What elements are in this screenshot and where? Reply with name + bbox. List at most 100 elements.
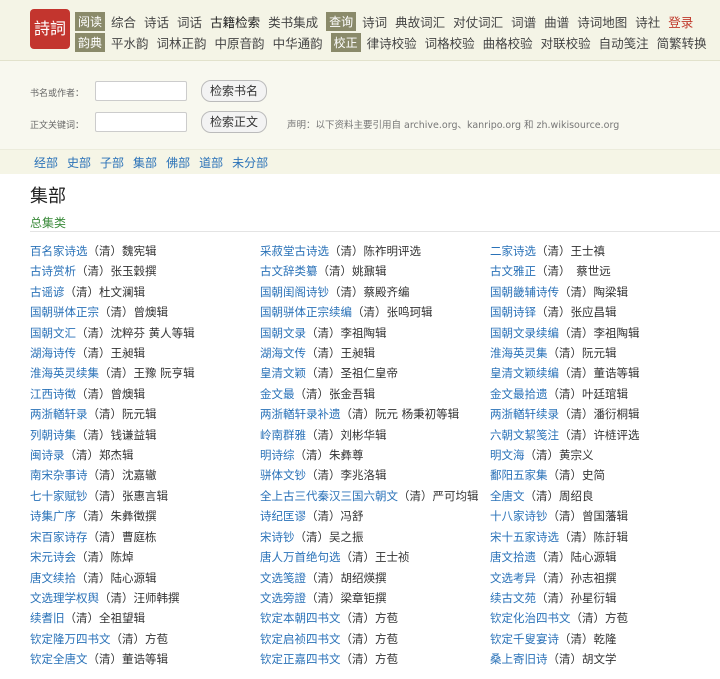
nav-link[interactable]: 诗社 bbox=[635, 12, 660, 31]
nav-link[interactable]: 律诗校验 bbox=[367, 33, 417, 52]
book-title-link[interactable]: 皇清文颖续编 bbox=[490, 366, 559, 380]
book-title-link[interactable]: 文选旁證 bbox=[260, 591, 306, 605]
category-tab[interactable]: 经部 bbox=[34, 154, 58, 171]
nav-link[interactable]: 类书集成 bbox=[268, 12, 318, 31]
book-title-link[interactable]: 二家诗选 bbox=[490, 244, 536, 258]
nav-link[interactable]: 诗话 bbox=[144, 12, 169, 31]
category-tab[interactable]: 道部 bbox=[199, 154, 223, 171]
category-tab[interactable]: 子部 bbox=[100, 154, 124, 171]
book-title-link[interactable]: 骈体文钞 bbox=[260, 468, 306, 482]
book-title-link[interactable]: 诗集广序 bbox=[30, 509, 76, 523]
book-title-link[interactable]: 钦定启祯四书文 bbox=[260, 632, 341, 646]
nav-link[interactable]: 典故词汇 bbox=[395, 12, 445, 31]
book-title-link[interactable]: 两浙輶轩续录 bbox=[490, 407, 559, 421]
book-title-link[interactable]: 宋诗钞 bbox=[260, 530, 295, 544]
nav-section-tag[interactable]: 阅读 bbox=[75, 11, 106, 31]
category-tab[interactable]: 集部 bbox=[133, 154, 157, 171]
nav-link[interactable]: 中华通韵 bbox=[273, 33, 323, 52]
book-title-link[interactable]: 唐文续拾 bbox=[30, 571, 76, 585]
book-title-link[interactable]: 古诗赏析 bbox=[30, 264, 76, 278]
book-title-link[interactable]: 金文最拾遗 bbox=[490, 387, 548, 401]
nav-link[interactable]: 综合 bbox=[111, 12, 136, 31]
nav-link[interactable]: 词话 bbox=[177, 12, 202, 31]
nav-link[interactable]: 诗词地图 bbox=[577, 12, 627, 31]
book-title-link[interactable]: 全上古三代秦汉三国六朝文 bbox=[260, 489, 398, 503]
book-title-link[interactable]: 唐人万首绝句选 bbox=[260, 550, 341, 564]
book-title-link[interactable]: 古文雅正 bbox=[490, 264, 536, 278]
book-title-link[interactable]: 岭南群雅 bbox=[260, 428, 306, 442]
book-title-link[interactable]: 明诗综 bbox=[260, 448, 295, 462]
nav-link[interactable]: 简繁转换 bbox=[657, 33, 707, 52]
book-title-link[interactable]: 钦定全唐文 bbox=[30, 652, 88, 666]
nav-link[interactable]: 平水韵 bbox=[111, 33, 149, 52]
book-title-link[interactable]: 采菽堂古诗选 bbox=[260, 244, 329, 258]
nav-link[interactable]: 词谱 bbox=[511, 12, 536, 31]
book-title-link[interactable]: 唐文拾遗 bbox=[490, 550, 536, 564]
site-logo[interactable]: 詩詞 bbox=[30, 9, 70, 49]
book-title-link[interactable]: 国朝文汇 bbox=[30, 326, 76, 340]
book-title-link[interactable]: 淮海英灵集 bbox=[490, 346, 548, 360]
book-title-link[interactable]: 续耆旧 bbox=[30, 611, 65, 625]
login-link[interactable]: 登录 bbox=[668, 12, 693, 31]
book-title-link[interactable]: 湖海诗传 bbox=[30, 346, 76, 360]
search-text-button[interactable]: 检索正文 bbox=[201, 111, 268, 133]
book-title-link[interactable]: 鄱阳五家集 bbox=[490, 468, 548, 482]
text-search-input[interactable] bbox=[95, 112, 187, 132]
nav-link[interactable]: 曲格校验 bbox=[483, 33, 533, 52]
book-title-link[interactable]: 明文海 bbox=[490, 448, 525, 462]
book-title-link[interactable]: 江西诗徵 bbox=[30, 387, 76, 401]
nav-link[interactable]: 曲谱 bbox=[544, 12, 569, 31]
book-title-link[interactable]: 列朝诗集 bbox=[30, 428, 76, 442]
section-title[interactable]: 总集类 bbox=[30, 214, 66, 231]
category-tab[interactable]: 未分部 bbox=[232, 154, 268, 171]
book-title-link[interactable]: 两浙輶轩录 bbox=[30, 407, 88, 421]
book-title-link[interactable]: 十八家诗钞 bbox=[490, 509, 548, 523]
book-title-link[interactable]: 国朝文录续编 bbox=[490, 326, 559, 340]
book-title-link[interactable]: 国朝骈体正宗 bbox=[30, 305, 99, 319]
book-title-link[interactable]: 百名家诗选 bbox=[30, 244, 88, 258]
nav-link[interactable]: 对联校验 bbox=[541, 33, 591, 52]
book-title-link[interactable]: 钦定正嘉四书文 bbox=[260, 652, 341, 666]
category-tab[interactable]: 史部 bbox=[67, 154, 91, 171]
nav-link[interactable]: 词林正韵 bbox=[157, 33, 207, 52]
book-title-link[interactable]: 宋百家诗存 bbox=[30, 530, 88, 544]
book-title-link[interactable]: 国朝畿辅诗传 bbox=[490, 285, 559, 299]
nav-link[interactable]: 古籍检索 bbox=[210, 12, 260, 31]
book-title-link[interactable]: 金文最 bbox=[260, 387, 295, 401]
book-title-link[interactable]: 古谣谚 bbox=[30, 285, 65, 299]
book-title-link[interactable]: 文选理学权舆 bbox=[30, 591, 99, 605]
book-title-link[interactable]: 钦定化治四书文 bbox=[490, 611, 571, 625]
nav-link[interactable]: 自动笺注 bbox=[599, 33, 649, 52]
book-title-link[interactable]: 桑上寄旧诗 bbox=[490, 652, 548, 666]
book-title-link[interactable]: 宋元诗会 bbox=[30, 550, 76, 564]
book-title-link[interactable]: 钦定隆万四书文 bbox=[30, 632, 111, 646]
book-title-link[interactable]: 文选考异 bbox=[490, 571, 536, 585]
search-book-button[interactable]: 检索书名 bbox=[201, 80, 268, 102]
book-title-link[interactable]: 国朝闺阁诗钞 bbox=[260, 285, 329, 299]
book-title-link[interactable]: 六朝文絜笺注 bbox=[490, 428, 559, 442]
book-title-link[interactable]: 诗纪匡谬 bbox=[260, 509, 306, 523]
book-title-link[interactable]: 宋十五家诗选 bbox=[490, 530, 559, 544]
book-title-link[interactable]: 淮海英灵续集 bbox=[30, 366, 99, 380]
nav-link[interactable]: 对仗词汇 bbox=[453, 12, 503, 31]
book-title-link[interactable]: 国朝文录 bbox=[260, 326, 306, 340]
book-title-link[interactable]: 全唐文 bbox=[490, 489, 525, 503]
book-title-link[interactable]: 钦定本朝四书文 bbox=[260, 611, 341, 625]
book-title-link[interactable]: 两浙輶轩录补遗 bbox=[260, 407, 341, 421]
book-title-link[interactable]: 七十家赋钞 bbox=[30, 489, 88, 503]
nav-section-tag[interactable]: 校正 bbox=[330, 32, 361, 52]
book-title-link[interactable]: 湖海文传 bbox=[260, 346, 306, 360]
book-title-link[interactable]: 续古文苑 bbox=[490, 591, 536, 605]
book-title-link[interactable]: 钦定千叟宴诗 bbox=[490, 632, 559, 646]
nav-link[interactable]: 中原音韵 bbox=[215, 33, 265, 52]
book-title-link[interactable]: 文选笺證 bbox=[260, 571, 306, 585]
book-title-link[interactable]: 古文辞类纂 bbox=[260, 264, 318, 278]
nav-section-tag[interactable]: 韵典 bbox=[75, 32, 106, 52]
book-title-link[interactable]: 皇清文颖 bbox=[260, 366, 306, 380]
book-search-input[interactable] bbox=[95, 81, 187, 101]
book-title-link[interactable]: 国朝诗铎 bbox=[490, 305, 536, 319]
book-title-link[interactable]: 国朝骈体正宗续编 bbox=[260, 305, 352, 319]
book-title-link[interactable]: 闽诗录 bbox=[30, 448, 65, 462]
category-tab[interactable]: 佛部 bbox=[166, 154, 190, 171]
nav-link[interactable]: 诗词 bbox=[362, 12, 387, 31]
